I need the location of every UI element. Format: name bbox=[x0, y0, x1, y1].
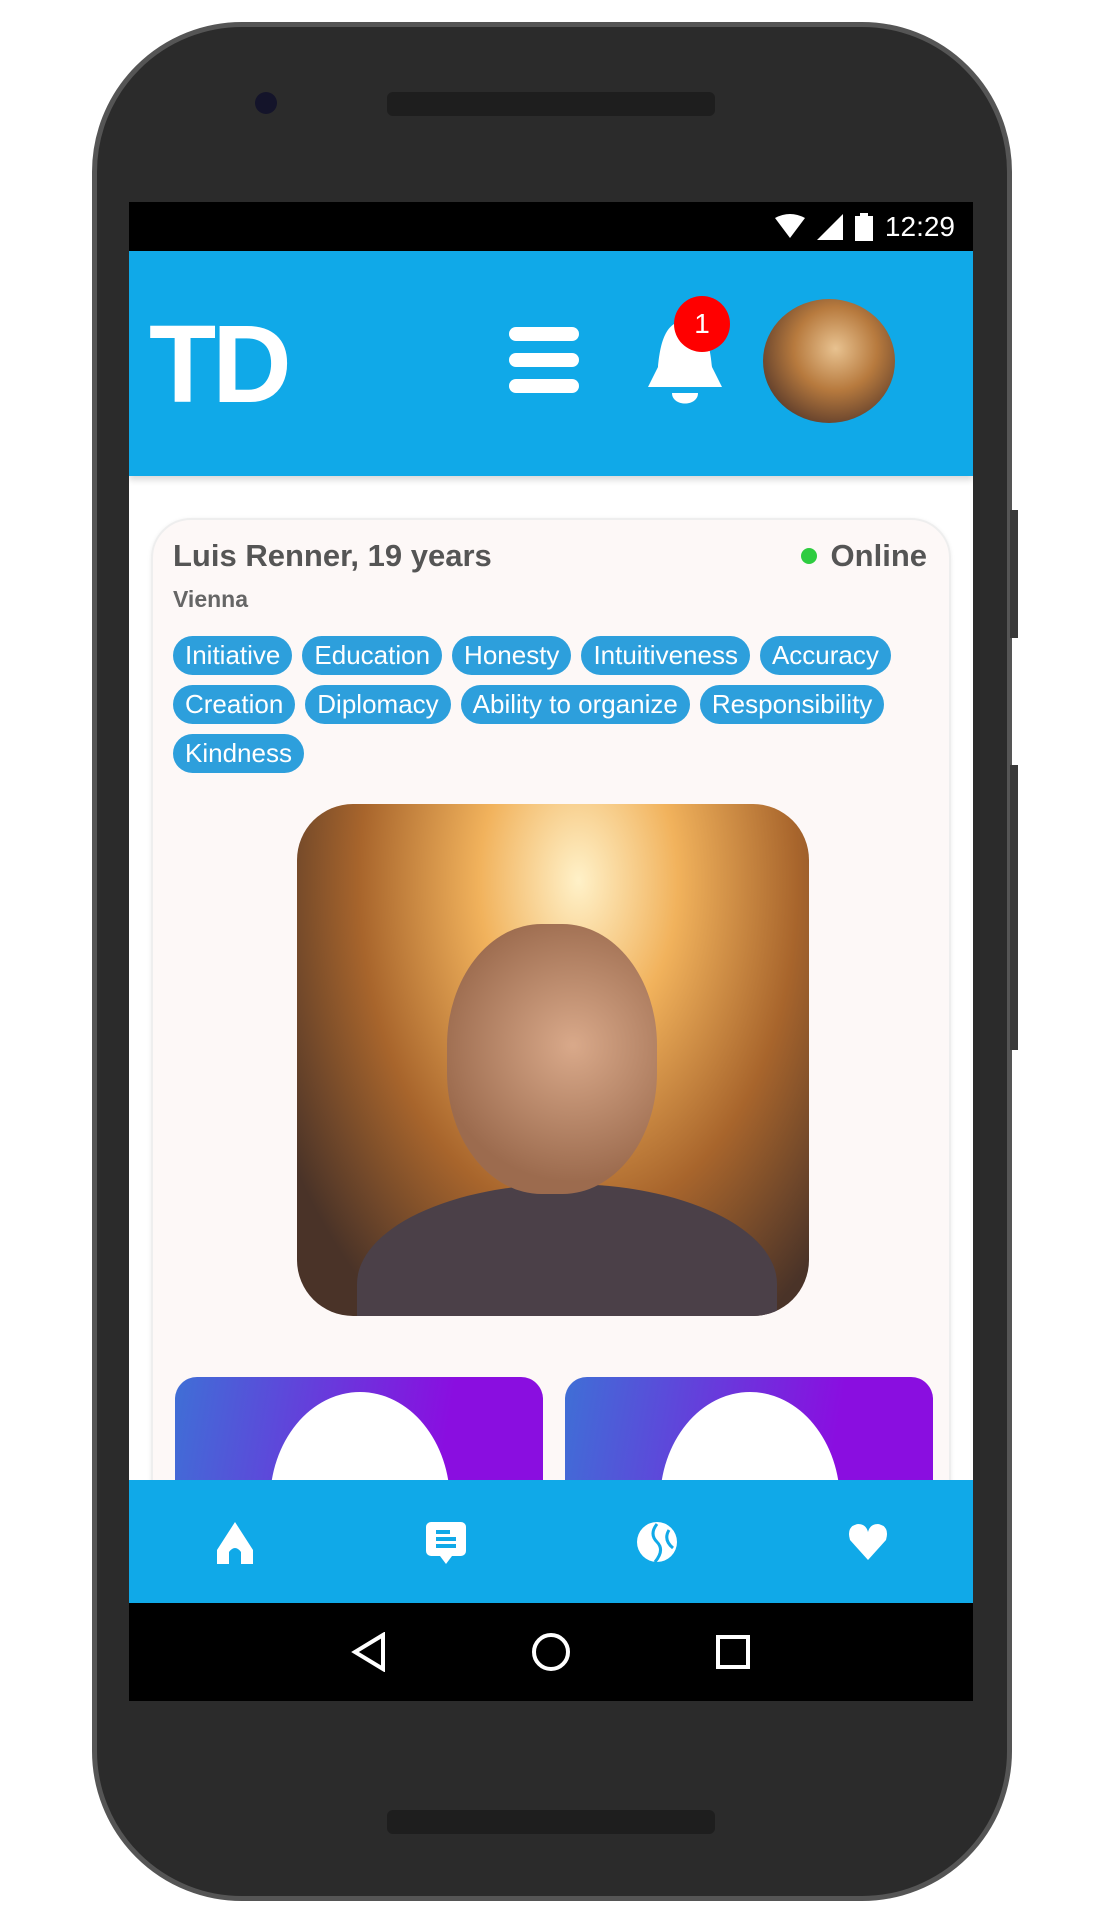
profile-name: Luis Renner, 19 years bbox=[173, 538, 492, 573]
tag: Ability to organize bbox=[460, 685, 690, 724]
home-circle-icon[interactable] bbox=[531, 1632, 571, 1672]
globe-icon[interactable] bbox=[635, 1520, 679, 1564]
recents-icon[interactable] bbox=[715, 1634, 751, 1670]
home-icon[interactable] bbox=[213, 1520, 257, 1564]
clock: 12:29 bbox=[884, 210, 955, 242]
camera bbox=[255, 92, 277, 114]
tag: Intuitiveness bbox=[581, 636, 750, 675]
tag-list: Initiative Education Honesty Intuitivene… bbox=[173, 636, 933, 773]
wifi-icon bbox=[774, 213, 805, 238]
tag: Honesty bbox=[452, 636, 572, 675]
online-dot-icon bbox=[800, 548, 817, 564]
system-nav bbox=[129, 1603, 973, 1701]
chat-icon[interactable] bbox=[424, 1520, 468, 1564]
app-bar: TD 1 bbox=[129, 251, 973, 476]
back-icon[interactable] bbox=[351, 1632, 387, 1672]
notification-badge: 1 bbox=[674, 296, 730, 352]
battery-icon bbox=[854, 212, 873, 241]
heart-icon[interactable] bbox=[846, 1520, 890, 1564]
speaker bbox=[387, 92, 715, 116]
power-button bbox=[1010, 510, 1018, 638]
tag: Accuracy bbox=[759, 636, 891, 675]
tag: Kindness bbox=[173, 734, 304, 773]
status-bar: 12:29 bbox=[129, 202, 973, 251]
profile-city: Vienna bbox=[173, 586, 248, 612]
bottom-nav bbox=[129, 1480, 973, 1603]
menu-icon[interactable] bbox=[509, 327, 579, 393]
tag: Diplomacy bbox=[305, 685, 451, 724]
tag: Responsibility bbox=[699, 685, 885, 724]
logo[interactable]: TD bbox=[149, 301, 292, 428]
avatar[interactable] bbox=[763, 299, 895, 423]
speaker-bottom bbox=[387, 1810, 715, 1834]
online-status: Online bbox=[800, 538, 927, 574]
signal-icon bbox=[816, 213, 843, 240]
tag: Creation bbox=[173, 685, 296, 724]
tag: Education bbox=[302, 636, 443, 675]
profile-photo[interactable] bbox=[297, 804, 809, 1316]
screen: 12:29 TD 1 Luis Renner, 19 years Vienna … bbox=[129, 202, 973, 1701]
volume-button bbox=[1010, 765, 1018, 1050]
tag: Initiative bbox=[173, 636, 293, 675]
